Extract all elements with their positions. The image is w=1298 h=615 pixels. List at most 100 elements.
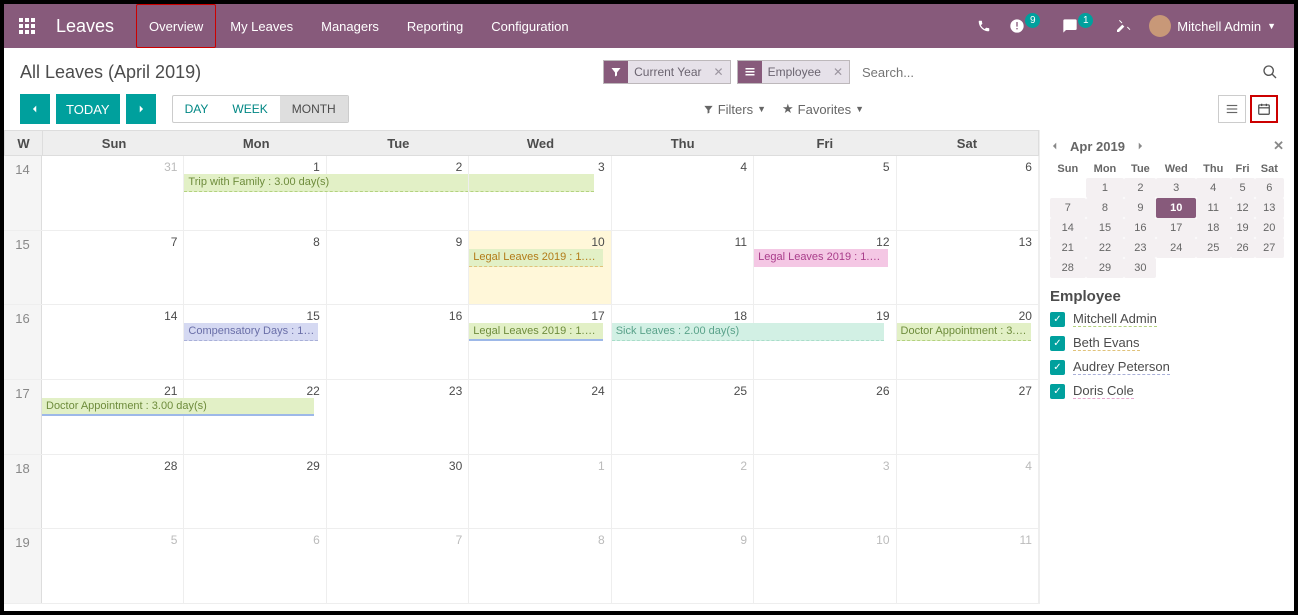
- calendar-cell[interactable]: 6: [184, 529, 326, 603]
- calendar-cell[interactable]: 6: [897, 156, 1039, 230]
- mini-day[interactable]: 28: [1050, 258, 1086, 278]
- employee-filter-item[interactable]: ✓Beth Evans: [1050, 335, 1284, 351]
- calendar-event[interactable]: Legal Leaves 2019 : 1.00 d: [754, 249, 888, 267]
- calendar-event[interactable]: Compensatory Days : 1.00: [184, 323, 318, 341]
- calendar-cell[interactable]: 20Doctor Appointment : 3.00 d: [897, 305, 1039, 379]
- mini-day[interactable]: 27: [1255, 238, 1284, 258]
- filters-dropdown[interactable]: Filters ▼: [703, 102, 766, 117]
- mini-day[interactable]: 3: [1156, 178, 1195, 198]
- calendar-event[interactable]: Legal Leaves 2019 : 1.00 d: [469, 323, 603, 341]
- chip-remove[interactable]: ✕: [827, 65, 849, 79]
- calendar-cell[interactable]: 23: [327, 380, 469, 454]
- menu-reporting[interactable]: Reporting: [393, 4, 477, 48]
- calendar-cell[interactable]: 5: [754, 156, 896, 230]
- calendar-cell[interactable]: 11: [897, 529, 1039, 603]
- calendar-cell[interactable]: 2: [327, 156, 469, 230]
- calendar-cell[interactable]: 9: [327, 231, 469, 305]
- mini-day[interactable]: [1050, 178, 1086, 198]
- mini-day[interactable]: 16: [1124, 218, 1156, 238]
- search-input[interactable]: [856, 61, 1256, 84]
- employee-filter-item[interactable]: ✓Mitchell Admin: [1050, 311, 1284, 327]
- calendar-cell[interactable]: 1: [469, 455, 611, 529]
- groupby-chip-employee[interactable]: Employee ✕: [737, 60, 850, 84]
- mini-day[interactable]: 7: [1050, 198, 1086, 218]
- calendar-cell[interactable]: 3: [754, 455, 896, 529]
- scale-week[interactable]: WEEK: [220, 96, 279, 122]
- menu-configuration[interactable]: Configuration: [477, 4, 582, 48]
- calendar-cell[interactable]: 12Legal Leaves 2019 : 1.00 d: [754, 231, 896, 305]
- calendar-cell[interactable]: 22: [184, 380, 326, 454]
- mini-day[interactable]: 9: [1124, 198, 1156, 218]
- calendar-event[interactable]: Doctor Appointment : 3.00 d: [897, 323, 1031, 341]
- mini-day[interactable]: 23: [1124, 238, 1156, 258]
- settings-icon[interactable]: [1115, 18, 1131, 34]
- calendar-cell[interactable]: 18Sick Leaves : 2.00 day(s): [612, 305, 754, 379]
- calendar-cell[interactable]: 10Legal Leaves 2019 : 1.00 d: [469, 231, 611, 305]
- calendar-cell[interactable]: 13: [897, 231, 1039, 305]
- calendar-event[interactable]: Legal Leaves 2019 : 1.00 d: [469, 249, 603, 267]
- calendar-cell[interactable]: 3: [469, 156, 611, 230]
- calendar-cell[interactable]: 28: [42, 455, 184, 529]
- employee-filter-item[interactable]: ✓Audrey Peterson: [1050, 359, 1284, 375]
- mini-day[interactable]: 2: [1124, 178, 1156, 198]
- menu-my-leaves[interactable]: My Leaves: [216, 4, 307, 48]
- calendar-cell[interactable]: 17Legal Leaves 2019 : 1.00 d: [469, 305, 611, 379]
- calendar-cell[interactable]: 8: [469, 529, 611, 603]
- mini-day[interactable]: [1196, 258, 1231, 278]
- apps-grid-icon[interactable]: [4, 18, 50, 34]
- mini-day[interactable]: 15: [1086, 218, 1125, 238]
- calendar-cell[interactable]: 30: [327, 455, 469, 529]
- favorites-dropdown[interactable]: ★ Favorites ▼: [782, 101, 864, 117]
- calendar-cell[interactable]: 29: [184, 455, 326, 529]
- mini-day[interactable]: 5: [1231, 178, 1255, 198]
- mini-day[interactable]: 8: [1086, 198, 1125, 218]
- calendar-cell[interactable]: 8: [184, 231, 326, 305]
- mini-day[interactable]: [1255, 258, 1284, 278]
- mini-day[interactable]: 26: [1231, 238, 1255, 258]
- app-brand[interactable]: Leaves: [50, 16, 136, 37]
- calendar-cell[interactable]: 26: [754, 380, 896, 454]
- today-button[interactable]: TODAY: [56, 94, 120, 124]
- list-view-button[interactable]: [1218, 95, 1246, 123]
- chip-remove[interactable]: ✕: [708, 65, 730, 79]
- calendar-cell[interactable]: 4: [612, 156, 754, 230]
- scale-day[interactable]: DAY: [173, 96, 221, 122]
- mini-day[interactable]: [1156, 258, 1195, 278]
- mini-day[interactable]: 24: [1156, 238, 1195, 258]
- calendar-cell[interactable]: 14: [42, 305, 184, 379]
- calendar-cell[interactable]: 15Compensatory Days : 1.00: [184, 305, 326, 379]
- calendar-cell[interactable]: 11: [612, 231, 754, 305]
- user-menu[interactable]: Mitchell Admin ▼: [1149, 15, 1276, 37]
- calendar-cell[interactable]: 1Trip with Family : 3.00 day(s): [184, 156, 326, 230]
- calendar-cell[interactable]: 27: [897, 380, 1039, 454]
- menu-managers[interactable]: Managers: [307, 4, 393, 48]
- mini-day[interactable]: 14: [1050, 218, 1086, 238]
- calendar-cell[interactable]: 10: [754, 529, 896, 603]
- activities-icon[interactable]: 9: [1009, 18, 1044, 34]
- mini-day[interactable]: 20: [1255, 218, 1284, 238]
- calendar-view-button[interactable]: [1250, 95, 1278, 123]
- filter-chip-current-year[interactable]: Current Year ✕: [603, 60, 730, 84]
- calendar-cell[interactable]: 25: [612, 380, 754, 454]
- calendar-cell[interactable]: 16: [327, 305, 469, 379]
- mini-day[interactable]: 11: [1196, 198, 1231, 218]
- employee-filter-item[interactable]: ✓Doris Cole: [1050, 383, 1284, 399]
- mini-day[interactable]: 29: [1086, 258, 1125, 278]
- calendar-cell[interactable]: 9: [612, 529, 754, 603]
- calendar-cell[interactable]: 4: [897, 455, 1039, 529]
- menu-overview[interactable]: Overview: [136, 4, 216, 48]
- calendar-cell[interactable]: 7: [42, 231, 184, 305]
- calendar-cell[interactable]: 2: [612, 455, 754, 529]
- calendar-cell[interactable]: 7: [327, 529, 469, 603]
- calendar-cell[interactable]: 31: [42, 156, 184, 230]
- mini-day[interactable]: 6: [1255, 178, 1284, 198]
- mini-next-button[interactable]: [1135, 141, 1145, 151]
- scale-month[interactable]: MONTH: [280, 96, 348, 122]
- phone-icon[interactable]: [977, 19, 991, 33]
- mini-day[interactable]: 17: [1156, 218, 1195, 238]
- mini-day[interactable]: 21: [1050, 238, 1086, 258]
- calendar-cell[interactable]: 21Doctor Appointment : 3.00 day(s): [42, 380, 184, 454]
- mini-day[interactable]: 25: [1196, 238, 1231, 258]
- mini-day[interactable]: 22: [1086, 238, 1125, 258]
- mini-day[interactable]: 19: [1231, 218, 1255, 238]
